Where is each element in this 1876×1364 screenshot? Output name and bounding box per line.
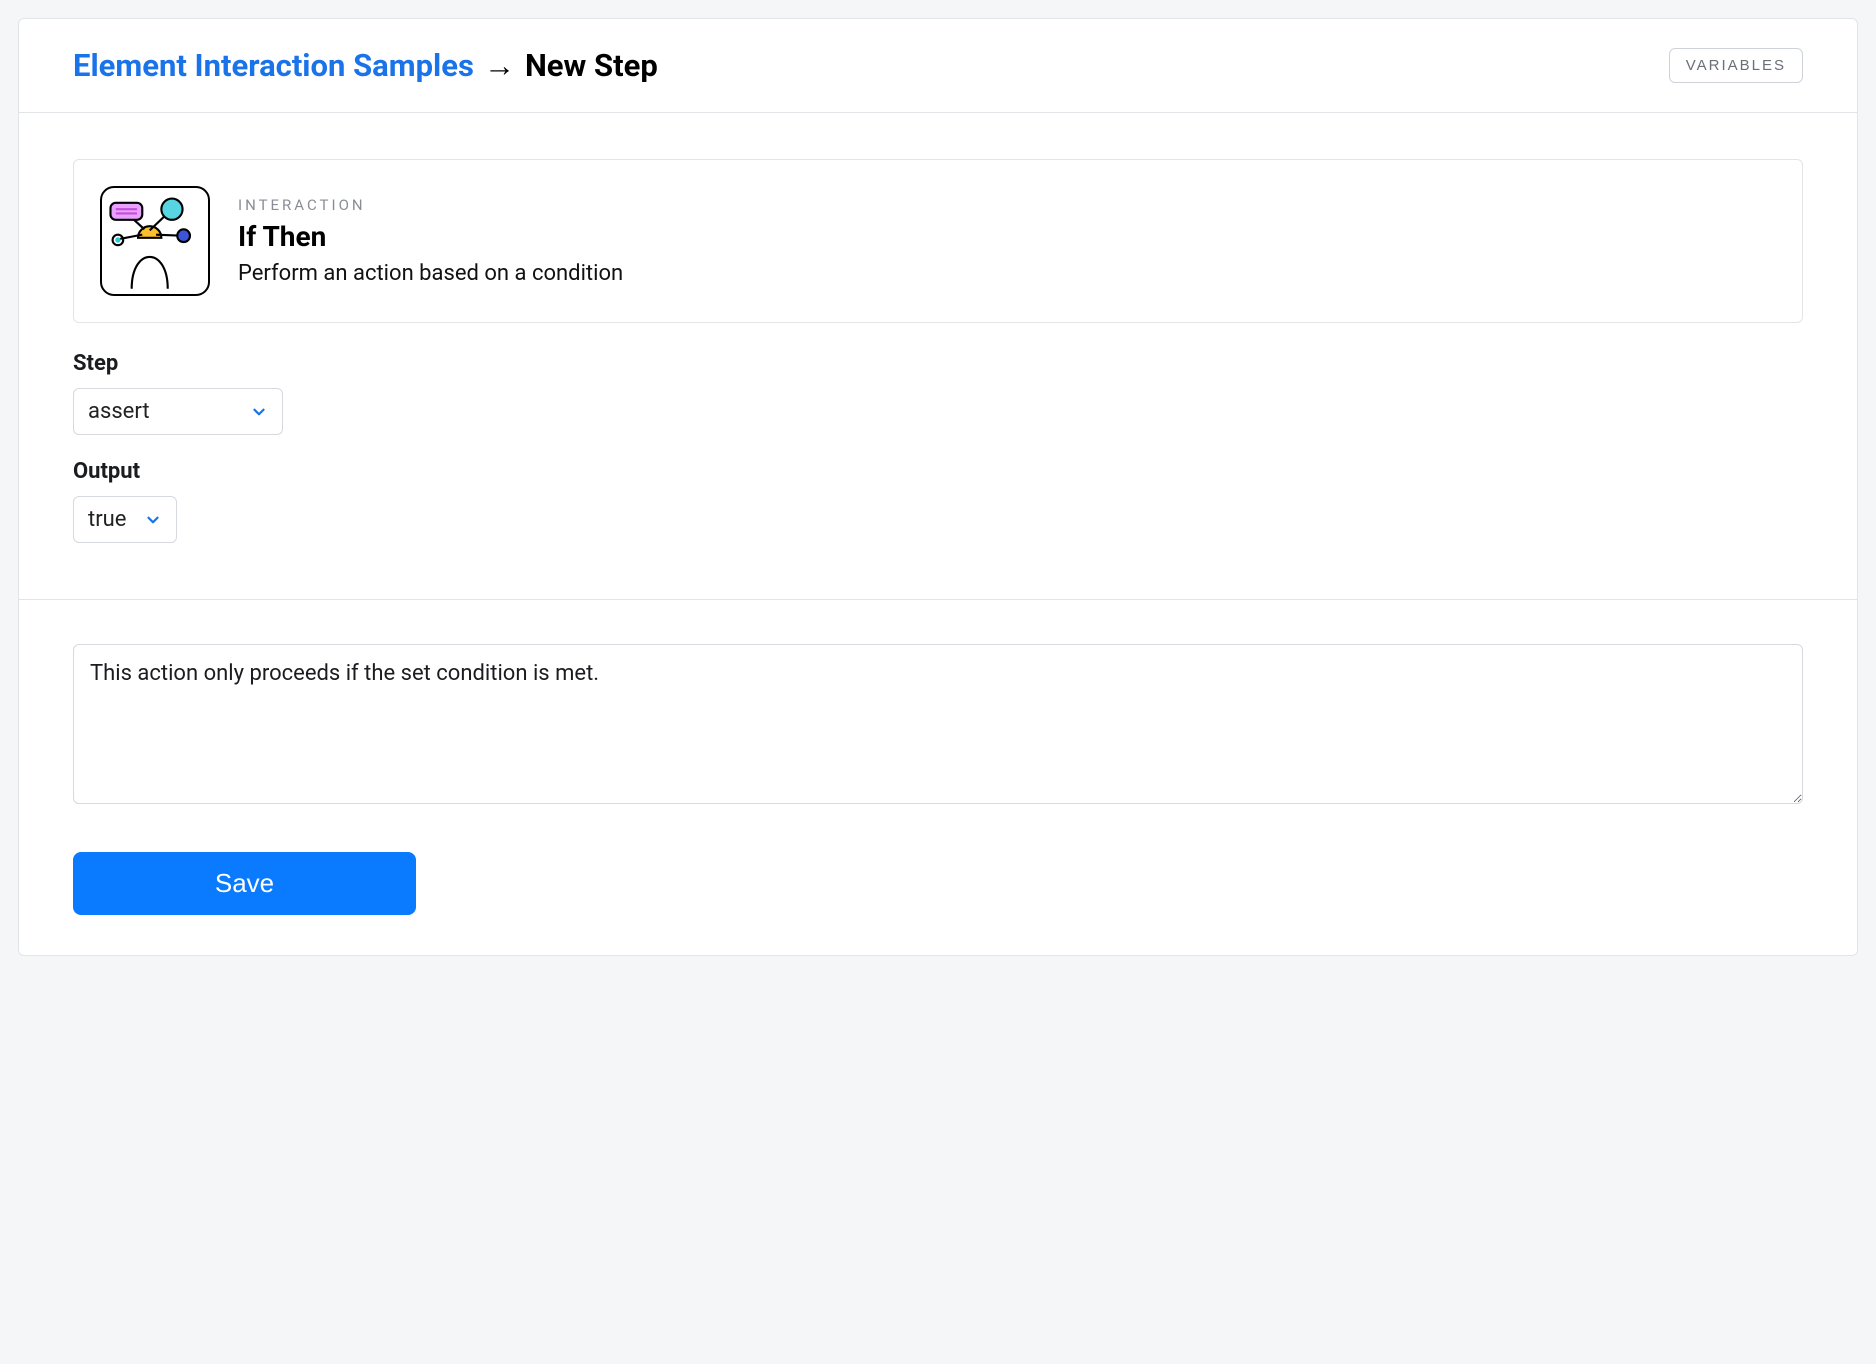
step-select-value: assert (88, 399, 150, 424)
chevron-down-icon (250, 403, 268, 421)
output-label: Output (73, 459, 1803, 484)
output-field-group: Output true (73, 459, 1803, 543)
main-section: INTERACTION If Then Perform an action ba… (19, 113, 1857, 600)
page-container: Element Interaction Samples → New Step V… (18, 18, 1858, 956)
step-field-group: Step assert (73, 351, 1803, 435)
interaction-card: INTERACTION If Then Perform an action ba… (73, 159, 1803, 323)
save-button[interactable]: Save (73, 852, 416, 915)
output-select-value: true (88, 507, 126, 532)
footer-section: Save (19, 600, 1857, 955)
interaction-text: INTERACTION If Then Perform an action ba… (238, 196, 623, 286)
breadcrumb: Element Interaction Samples → New Step (73, 47, 658, 84)
breadcrumb-link[interactable]: Element Interaction Samples (73, 47, 474, 84)
step-label: Step (73, 351, 1803, 376)
header: Element Interaction Samples → New Step V… (19, 19, 1857, 113)
output-select[interactable]: true (73, 496, 177, 543)
arrow-right-icon: → (484, 47, 515, 84)
interaction-label: INTERACTION (238, 196, 623, 214)
interaction-title: If Then (238, 220, 623, 253)
variables-button[interactable]: VARIABLES (1669, 48, 1803, 83)
step-select[interactable]: assert (73, 388, 283, 435)
interaction-graphic-icon (100, 186, 210, 296)
interaction-description: Perform an action based on a condition (238, 261, 623, 286)
breadcrumb-current: New Step (525, 47, 658, 84)
note-textarea[interactable] (73, 644, 1803, 804)
chevron-down-icon (144, 511, 162, 529)
